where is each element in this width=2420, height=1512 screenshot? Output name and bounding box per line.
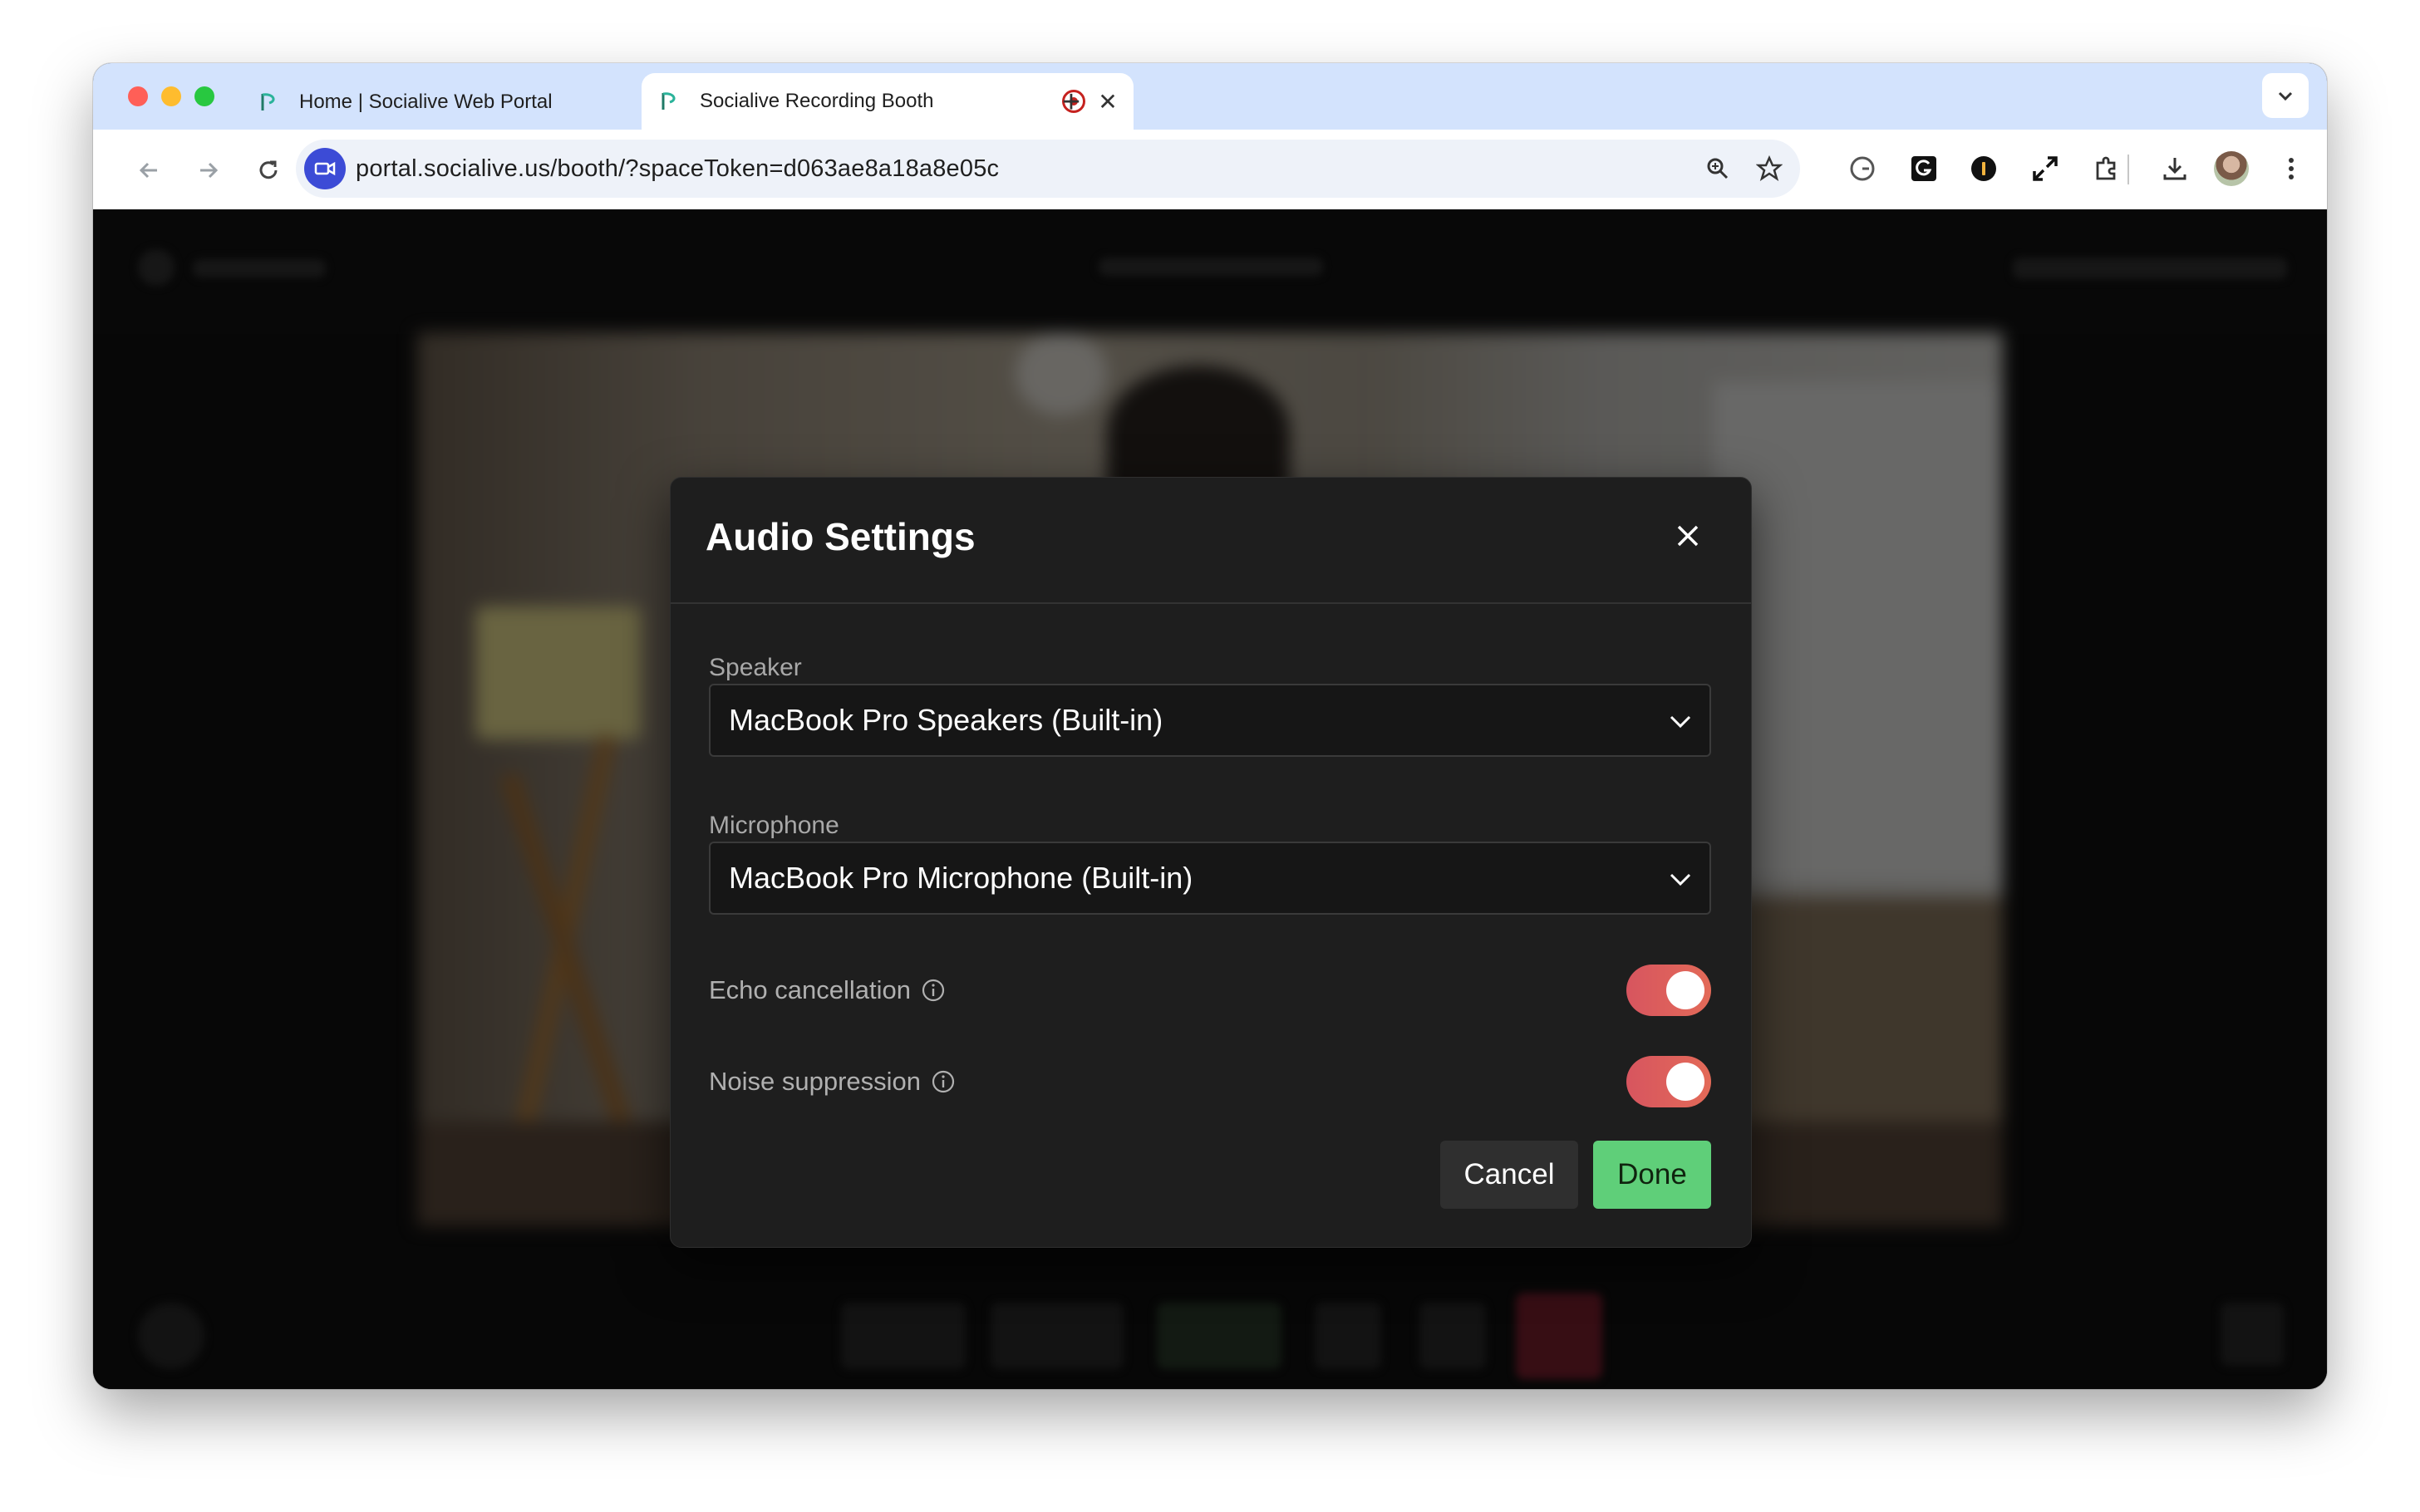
echo-cancellation-row: Echo cancellation <box>709 965 1711 1016</box>
echo-cancellation-label: Echo cancellation <box>709 975 911 1004</box>
window-zoom-button[interactable] <box>194 86 214 106</box>
password-manager-extension-icon[interactable] <box>1965 150 2003 188</box>
close-icon <box>1677 525 1699 547</box>
tab-strip: Home | Socialive Web Portal ✕ Socialive … <box>93 63 2327 130</box>
reload-icon <box>259 160 278 179</box>
window-minimize-button[interactable] <box>161 86 181 106</box>
toolbar-separator <box>2127 155 2129 184</box>
speaker-label: Speaker <box>709 654 802 681</box>
done-button[interactable]: Done <box>1593 1141 1711 1209</box>
address-bar[interactable]: portal.socialive.us/booth/?spaceToken=d0… <box>296 140 1800 198</box>
echo-cancellation-toggle[interactable] <box>1626 965 1711 1016</box>
tab-search-button[interactable] <box>2262 73 2309 118</box>
tab-title: Home | Socialive Web Portal <box>299 91 553 113</box>
booth-page: Audio Settings Speaker MacBook Pro Speak… <box>93 209 2327 1389</box>
arrow-left-icon <box>139 162 157 179</box>
browser-window: Home | Socialive Web Portal ✕ Socialive … <box>93 63 2327 1389</box>
microphone-label: Microphone <box>709 812 839 839</box>
g-extension-icon[interactable] <box>1905 150 1943 188</box>
zoom-icon[interactable] <box>1700 151 1735 186</box>
tab-close-icon[interactable]: ✕ <box>1094 87 1122 115</box>
kebab-menu-icon[interactable] <box>2272 150 2310 188</box>
dialog-divider <box>671 602 1751 604</box>
noise-suppression-row: Noise suppression <box>709 1056 1711 1107</box>
browser-toolbar: portal.socialive.us/booth/?spaceToken=d0… <box>93 130 2327 210</box>
speaker-select[interactable]: MacBook Pro Speakers (Built-in) <box>709 684 1711 757</box>
audio-settings-dialog: Audio Settings Speaker MacBook Pro Speak… <box>670 477 1752 1248</box>
chevron-down-icon <box>1670 715 1691 729</box>
new-tab-button[interactable]: + <box>1049 80 1094 125</box>
bookmark-star-icon[interactable] <box>1752 151 1787 186</box>
dialog-close-button[interactable] <box>1668 516 1708 556</box>
chevron-down-icon <box>2278 91 2293 101</box>
noise-suppression-toggle[interactable] <box>1626 1056 1711 1107</box>
speaker-selected-value: MacBook Pro Speakers (Built-in) <box>729 703 1163 737</box>
download-icon[interactable] <box>2156 150 2194 188</box>
toggle-knob <box>1666 971 1704 1009</box>
microphone-selected-value: MacBook Pro Microphone (Built-in) <box>729 861 1193 895</box>
grammarly-extension-icon[interactable] <box>1843 150 1881 188</box>
socialive-favicon-icon <box>662 92 676 110</box>
cancel-button[interactable]: Cancel <box>1440 1141 1578 1209</box>
socialive-favicon-icon <box>261 93 275 110</box>
dialog-title: Audio Settings <box>706 515 976 558</box>
magnifier-icon <box>1707 158 1729 179</box>
video-camera-icon <box>314 161 336 176</box>
profile-avatar[interactable] <box>2214 151 2249 186</box>
window-close-button[interactable] <box>128 86 148 106</box>
back-button[interactable] <box>128 150 170 191</box>
toggle-knob <box>1666 1063 1704 1101</box>
star-icon <box>1756 155 1783 181</box>
reload-button[interactable] <box>248 150 289 191</box>
forward-button[interactable] <box>188 150 229 191</box>
url-text: portal.socialive.us/booth/?spaceToken=d0… <box>356 155 1000 182</box>
microphone-select[interactable]: MacBook Pro Microphone (Built-in) <box>709 842 1711 915</box>
info-icon[interactable] <box>921 978 946 1003</box>
arrow-right-icon <box>200 162 219 179</box>
site-info-icon[interactable] <box>304 148 346 189</box>
extensions-puzzle-icon[interactable] <box>2088 150 2126 188</box>
info-icon[interactable] <box>931 1069 956 1094</box>
chevron-down-icon <box>1670 873 1691 886</box>
noise-suppression-label: Noise suppression <box>709 1067 922 1096</box>
expand-icon[interactable] <box>2026 150 2064 188</box>
tab-title: Socialive Recording Booth <box>700 90 934 112</box>
